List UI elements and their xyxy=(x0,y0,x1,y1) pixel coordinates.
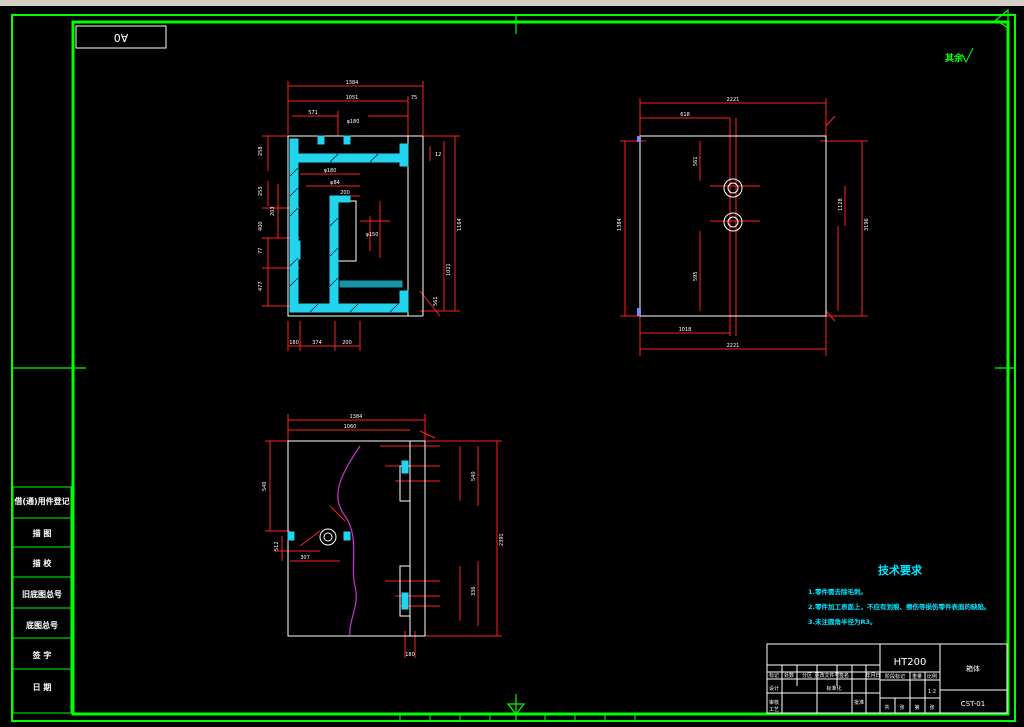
tb-sheet-1: 张 xyxy=(899,704,904,711)
tb-sheet-0: 共 xyxy=(884,704,889,711)
front-dim-top-3: φ180 xyxy=(347,119,360,125)
tb-header-3: 更改文件号 xyxy=(814,672,839,679)
roughness-note: 其余 xyxy=(945,52,964,64)
tb-sheet-3: 张 xyxy=(929,704,934,711)
front-dim-right-0: 1164 xyxy=(457,218,463,231)
side-label-0: 借(通)用件登记 xyxy=(13,496,69,506)
side-dim-top-1: 618 xyxy=(680,112,690,118)
top-dim-left-0: 540 xyxy=(262,481,268,491)
front-dim-top-1: 1051 xyxy=(346,95,359,101)
side-dim-bottom-0: 2221 xyxy=(727,343,740,349)
side-label-6: 日 期 xyxy=(33,682,52,692)
top-view[interactable]: 1384 1060 2391 540 336 540 512 307 180 xyxy=(262,414,505,658)
tb-approve: 批准 xyxy=(854,699,864,706)
top-dim-top-1: 1060 xyxy=(344,424,357,430)
roughness-symbol xyxy=(961,47,974,64)
top-dim-right-0: 2391 xyxy=(499,533,505,546)
side-label-1: 描 图 xyxy=(33,528,52,538)
side-table xyxy=(12,486,72,714)
tb-sheet-2: 第 xyxy=(914,704,919,711)
tb-weight: 重量 xyxy=(912,673,922,680)
side-dim-mid-4: 595 xyxy=(693,271,699,281)
front-dim-mid-1: φ84 xyxy=(330,180,340,186)
tech-title: 技术要求 xyxy=(878,563,923,577)
side-dim-mid-2: 561 xyxy=(693,156,699,166)
front-dim-left-3: 400 xyxy=(258,221,264,231)
front-dim-bottom-2: 200 xyxy=(342,340,352,346)
tb-role-2: 工艺 xyxy=(769,707,779,713)
front-dim-top-0: 1384 xyxy=(346,80,359,86)
tech-requirements: 技术要求 1.零件需去除毛刺。 2.零件加工表面上，不应有划痕、擦伤等损伤零件表… xyxy=(808,563,991,626)
side-dim-mid-3: 1128 xyxy=(838,198,844,211)
top-dim-top-0: 1384 xyxy=(350,414,363,420)
front-dim-right-3: 12 xyxy=(435,152,441,158)
side-dim-top-0: 2221 xyxy=(727,97,740,103)
side-dim-mid-0: 1384 xyxy=(617,218,623,231)
side-dim-bottom-1: 1018 xyxy=(679,327,692,333)
front-section-view[interactable]: 1384 1051 571 φ180 75 φ180 φ84 φ150 200 … xyxy=(258,80,463,351)
side-label-4: 底图总号 xyxy=(25,620,58,630)
tech-item-0: 1.零件需去除毛刺。 xyxy=(808,587,867,596)
front-dim-mid-0: φ180 xyxy=(324,168,337,174)
front-dim-left-1: 253 xyxy=(258,186,264,196)
front-dim-bottom-0: 180 xyxy=(289,340,299,346)
front-dim-mid-3: 200 xyxy=(340,190,350,196)
break-line xyxy=(337,445,361,637)
tech-item-2: 3.未注圆角半径为R3。 xyxy=(808,617,877,626)
tb-header-0: 标记 xyxy=(769,672,779,679)
tb-header-1: 处数 xyxy=(784,672,794,679)
front-dim-mid-2: φ150 xyxy=(366,232,379,238)
tb-scale: 1:2 xyxy=(928,689,936,695)
side-dim-mid-1: 3196 xyxy=(864,218,870,231)
tb-role-1: 审核 xyxy=(769,699,779,706)
front-dim-top-4: 75 xyxy=(411,95,417,101)
sheet-size-label: A0 xyxy=(114,31,129,44)
front-dim-left-5: 477 xyxy=(258,281,264,291)
top-dim-left-1: 512 xyxy=(274,541,280,551)
top-dim-right-1: 540 xyxy=(471,471,477,481)
tb-role-0: 设计 xyxy=(769,685,779,692)
tech-item-1: 2.零件加工表面上，不应有划痕、擦伤等损伤零件表面的缺陷。 xyxy=(808,602,991,611)
top-dim-left-3: 180 xyxy=(405,652,415,658)
front-dim-left-0: 258 xyxy=(258,146,264,156)
side-view[interactable]: 2221 618 2221 1018 1384 3196 561 1128 59… xyxy=(617,97,870,356)
front-dim-left-2: 203 xyxy=(270,206,276,216)
tb-material: HT200 xyxy=(894,657,927,668)
front-dim-left-4: 77 xyxy=(258,248,264,254)
tb-header-4: 签名 xyxy=(839,672,849,679)
top-dim-right-2: 336 xyxy=(471,586,477,596)
tb-std: 标准化 xyxy=(826,685,841,692)
tb-part-name: 箱体 xyxy=(966,664,980,673)
side-label-3: 旧底图总号 xyxy=(22,589,62,599)
tb-header-5: 年月日 xyxy=(865,672,880,679)
outer-frame xyxy=(11,14,1016,722)
centering-marks xyxy=(12,8,1015,721)
front-dim-bottom-1: 374 xyxy=(312,340,322,346)
side-label-5: 签 字 xyxy=(32,650,52,660)
tb-ratio: 比例 xyxy=(927,673,937,680)
tb-drawing-no: CST-01 xyxy=(961,700,985,708)
tb-stage: 阶段标记 xyxy=(885,673,905,680)
front-dim-right-1: 1021 xyxy=(446,263,452,276)
side-label-2: 描 校 xyxy=(33,558,53,568)
front-dim-right-2: 561 xyxy=(433,296,439,306)
tb-header-2: 分区 xyxy=(802,672,812,679)
front-dim-top-2: 571 xyxy=(308,110,318,116)
cad-drawing-canvas[interactable]: A0 其余 借(通)用件登记 描 图 描 校 旧底图总号 底图总号 签 字 日 … xyxy=(0,6,1024,727)
top-dim-left-2: 307 xyxy=(300,555,310,561)
